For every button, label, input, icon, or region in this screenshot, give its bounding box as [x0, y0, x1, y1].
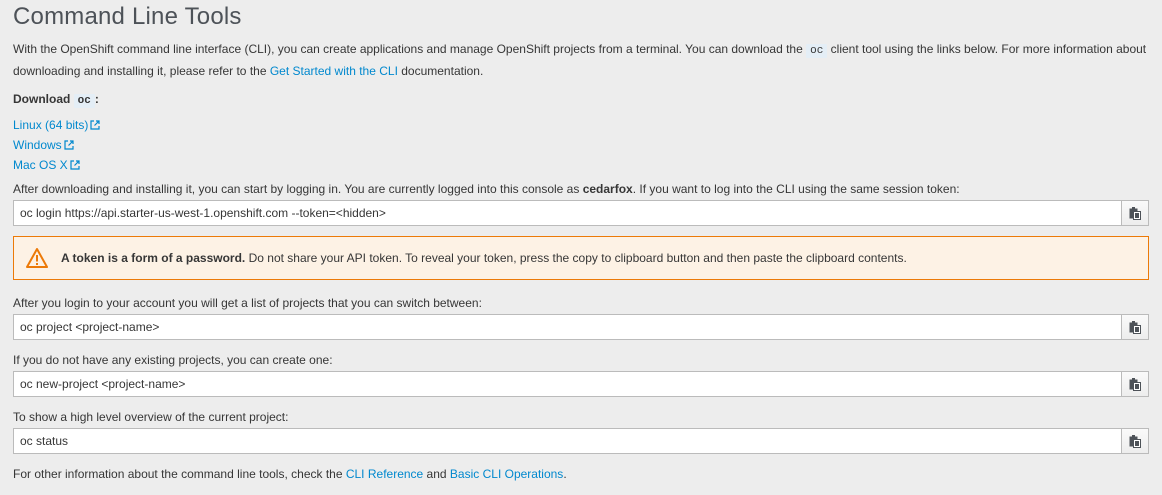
login-paragraph: After downloading and installing it, you… [13, 179, 1149, 199]
download-windows-label: Windows [13, 138, 62, 152]
copy-to-clipboard-icon [1129, 434, 1141, 448]
intro-text-1: With the OpenShift command line interfac… [13, 42, 807, 56]
new-project-command-box: oc new-project <project-name> [13, 371, 1149, 397]
download-windows-link[interactable]: Windows [13, 138, 74, 152]
copy-to-clipboard-icon [1129, 320, 1141, 334]
copy-to-clipboard-icon [1129, 206, 1141, 220]
download-links: Linux (64 bits) Windows Mac OS X [13, 115, 1149, 175]
page-title: Command Line Tools [13, 3, 242, 30]
download-label: Download [13, 92, 74, 106]
cli-reference-link[interactable]: CLI Reference [346, 467, 423, 481]
alert-message: A token is a form of a password. Do not … [61, 237, 907, 279]
page: Command Line Tools With the OpenShift co… [0, 0, 1162, 484]
external-link-icon [64, 140, 74, 150]
download-mac-link[interactable]: Mac OS X [13, 158, 80, 172]
download-linux-link[interactable]: Linux (64 bits) [13, 118, 100, 132]
status-paragraph: To show a high level overview of the cur… [13, 410, 289, 424]
alert-bold-text: A token is a form of a password. [61, 251, 246, 265]
login-command-box: oc login https://api.starter-us-west-1.o… [13, 200, 1149, 226]
projects-paragraph: After you login to your account you will… [13, 296, 482, 310]
current-username: cedarfox [582, 182, 633, 196]
download-suffix: : [94, 92, 99, 106]
copy-new-project-command-button[interactable] [1121, 372, 1148, 396]
download-linux-label: Linux (64 bits) [13, 118, 89, 132]
project-command[interactable]: oc project <project-name> [20, 315, 159, 339]
get-started-cli-link[interactable]: Get Started with the CLI [270, 64, 398, 78]
download-mac-label: Mac OS X [13, 158, 68, 172]
download-item-mac: Mac OS X [13, 155, 1149, 175]
copy-login-command-button[interactable] [1121, 201, 1148, 225]
new-project-command[interactable]: oc new-project <project-name> [20, 372, 185, 396]
project-command-box: oc project <project-name> [13, 314, 1149, 340]
copy-status-command-button[interactable] [1121, 429, 1148, 453]
download-item-linux: Linux (64 bits) [13, 115, 1149, 135]
copy-to-clipboard-icon [1129, 377, 1141, 391]
oc-code: oc [806, 44, 828, 58]
login-text-1: After downloading and installing it, you… [13, 182, 583, 196]
download-item-windows: Windows [13, 135, 1149, 155]
external-link-icon [90, 120, 100, 130]
alert-text: Do not share your API token. To reveal y… [245, 251, 907, 265]
intro-text-3: documentation. [397, 64, 484, 78]
login-text-2: . If you want to log into the CLI using … [632, 182, 960, 196]
footer-text-1: For other information about the command … [13, 467, 346, 481]
download-heading: Download oc: [13, 89, 1149, 111]
basic-cli-operations-link[interactable]: Basic CLI Operations [450, 467, 563, 481]
intro-paragraph: With the OpenShift command line interfac… [13, 39, 1149, 81]
footer-paragraph: For other information about the command … [13, 464, 1149, 484]
token-warning-alert: A token is a form of a password. Do not … [13, 236, 1149, 280]
footer-text-3: . [563, 467, 567, 481]
copy-project-command-button[interactable] [1121, 315, 1148, 339]
login-command[interactable]: oc login https://api.starter-us-west-1.o… [20, 201, 386, 225]
warning-triangle-icon [26, 248, 48, 268]
download-oc-code: oc [73, 94, 95, 108]
footer-text-2: and [423, 467, 450, 481]
external-link-icon [70, 160, 80, 170]
new-project-paragraph: If you do not have any existing projects… [13, 353, 333, 367]
status-command-box: oc status [13, 428, 1149, 454]
status-command[interactable]: oc status [20, 429, 68, 453]
